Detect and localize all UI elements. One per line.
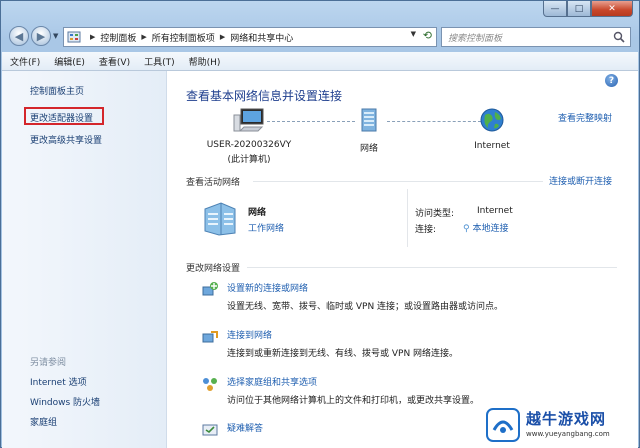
watermark-url: www.yueyangbang.com <box>526 430 610 438</box>
connect-disconnect-link[interactable]: 连接或断开连接 <box>549 174 612 187</box>
ethernet-icon: ⚲ <box>463 224 470 234</box>
menu-tools[interactable]: 工具(T) <box>144 55 175 68</box>
task-title[interactable]: 疑难解答 <box>227 421 263 434</box>
access-type-value: Internet <box>477 206 513 216</box>
network-icon <box>361 108 377 132</box>
task-item[interactable]: 连接到网络 连接到或重新连接到无线、有线、拨号或 VPN 网络连接。 <box>201 328 458 359</box>
computer-name: USER-20200326VY <box>206 140 292 150</box>
local-connection-label: 本地连接 <box>472 224 509 234</box>
menu-view[interactable]: 查看(V) <box>99 55 130 68</box>
breadcrumb-separator: ▶ <box>90 33 96 41</box>
control-panel-icon <box>67 31 81 43</box>
maximize-button[interactable]: □ <box>567 1 591 17</box>
globe-icon <box>480 108 504 132</box>
change-settings-label: 更改网络设置 <box>186 264 241 274</box>
local-connection-link[interactable]: ⚲ 本地连接 <box>463 221 508 234</box>
divider <box>247 267 617 268</box>
connection-label: 连接: <box>415 225 437 235</box>
task-desc: 访问位于其他网络计算机上的文件和打印机，或更改共享设置。 <box>227 396 480 406</box>
homegroup-icon <box>203 378 217 391</box>
back-arrow-icon: ◀ <box>14 29 24 43</box>
sidebar-advanced-sharing-link[interactable]: 更改高级共享设置 <box>30 133 102 146</box>
breadcrumb-separator: ▶ <box>219 33 226 41</box>
page-title: 查看基本网络信息并设置连接 <box>186 89 343 103</box>
internet-label: Internet <box>474 141 510 151</box>
address-dropdown-icon[interactable]: ▼ <box>411 30 416 38</box>
search-icon[interactable] <box>613 31 625 43</box>
sidebar: 控制面板主页 更改适配器设置 更改高级共享设置 另请参阅 Internet 选项… <box>2 71 167 448</box>
computer-node: USER-20200326VY (此计算机) <box>199 107 299 165</box>
active-network-name: 网络 <box>248 208 267 218</box>
help-icon[interactable]: ? <box>605 74 618 87</box>
network-type-link[interactable]: 工作网络 <box>248 221 284 234</box>
refresh-icon[interactable]: ⟲ <box>423 29 432 42</box>
menu-edit[interactable]: 编辑(E) <box>54 55 85 68</box>
breadcrumb-separator: ▶ <box>141 33 147 41</box>
sidebar-adapter-settings-link[interactable]: 更改适配器设置 <box>30 111 93 124</box>
window: — □ ✕ ◀ ▶ ▼ ▶ 控制面板 ▶ 所有控制面板项 ▶ 网络和共享中心 ▼… <box>0 0 640 448</box>
connect-network-icon <box>202 331 218 343</box>
nav-buttons: ◀ ▶ ▼ <box>9 26 63 46</box>
main-panel: ? 查看基本网络信息并设置连接 查看完整映射 USER-20200326VY (… <box>167 71 638 448</box>
menu-help[interactable]: 帮助(H) <box>189 55 221 68</box>
window-controls: — □ ✕ <box>543 1 633 17</box>
network-bench-icon <box>204 202 236 236</box>
menu-file[interactable]: 文件(F) <box>10 55 40 68</box>
network-node: 网络 <box>347 107 391 154</box>
sidebar-homegroup-link[interactable]: 家庭组 <box>30 415 57 428</box>
task-item[interactable]: 设置新的连接或网络 设置无线、宽带、拨号、临时或 VPN 连接；或设置路由器或访… <box>201 281 503 312</box>
task-item[interactable]: 疑难解答 <box>201 421 263 439</box>
search-placeholder: 搜索控制面板 <box>448 33 503 44</box>
search-input[interactable]: 搜索控制面板 <box>441 27 631 47</box>
watermark-logo-icon <box>486 408 520 442</box>
divider <box>253 181 543 182</box>
minimize-button[interactable]: — <box>543 1 567 17</box>
watermark-text: 越牛游戏网 <box>526 408 607 429</box>
computer-sub: (此计算机) <box>227 155 271 165</box>
breadcrumb: 控制面板 ▶ 所有控制面板项 ▶ 网络和共享中心 <box>100 31 293 44</box>
breadcrumb-all-items[interactable]: 所有控制面板项 <box>152 31 215 44</box>
task-title[interactable]: 连接到网络 <box>227 328 458 341</box>
sidebar-home-link[interactable]: 控制面板主页 <box>30 84 84 97</box>
forward-arrow-icon: ▶ <box>36 29 46 43</box>
address-bar[interactable]: ▶ 控制面板 ▶ 所有控制面板项 ▶ 网络和共享中心 ▼ ⟲ <box>63 27 437 47</box>
active-networks-label: 查看活动网络 <box>186 178 241 188</box>
task-desc: 连接到或重新连接到无线、有线、拨号或 VPN 网络连接。 <box>227 349 459 359</box>
recent-pages-dropdown[interactable]: ▼ <box>53 32 63 40</box>
troubleshoot-icon <box>202 424 218 436</box>
network-label: 网络 <box>359 144 378 154</box>
task-desc: 设置无线、宽带、拨号、临时或 VPN 连接；或设置路由器或访问点。 <box>227 302 504 312</box>
close-button[interactable]: ✕ <box>591 1 633 17</box>
full-map-link[interactable]: 查看完整映射 <box>558 111 612 124</box>
computer-icon <box>233 108 264 132</box>
map-connector <box>267 121 355 122</box>
task-item[interactable]: 选择家庭组和共享选项 访问位于其他网络计算机上的文件和打印机，或更改共享设置。 <box>201 375 479 406</box>
divider <box>407 189 408 247</box>
sidebar-internet-options-link[interactable]: Internet 选项 <box>30 375 87 388</box>
breadcrumb-control-panel[interactable]: 控制面板 <box>100 31 136 44</box>
sidebar-firewall-link[interactable]: Windows 防火墙 <box>30 395 100 408</box>
new-connection-icon <box>202 282 218 296</box>
watermark: 越牛游戏网 www.yueyangbang.com <box>486 406 636 444</box>
task-title[interactable]: 选择家庭组和共享选项 <box>227 375 479 388</box>
menu-bar: 文件(F) 编辑(E) 查看(V) 工具(T) 帮助(H) <box>2 52 638 71</box>
breadcrumb-network-center[interactable]: 网络和共享中心 <box>230 31 293 44</box>
task-title[interactable]: 设置新的连接或网络 <box>227 281 503 294</box>
see-also-heading: 另请参阅 <box>30 358 67 368</box>
internet-node: Internet <box>467 107 517 151</box>
access-type-label: 访问类型: <box>415 209 455 219</box>
forward-button[interactable]: ▶ <box>31 26 51 46</box>
back-button[interactable]: ◀ <box>9 26 29 46</box>
